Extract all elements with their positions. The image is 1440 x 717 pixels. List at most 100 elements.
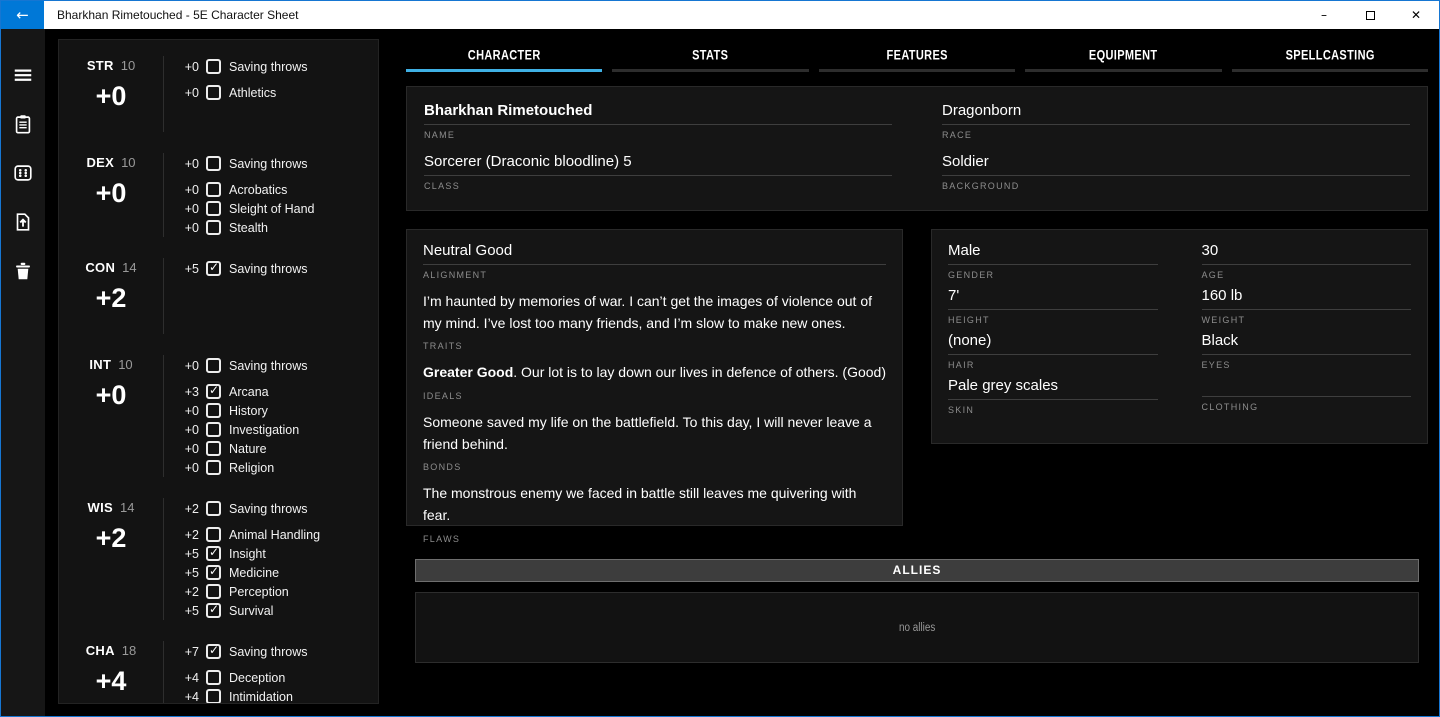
tab-spellcasting[interactable]: SPELLCASTING <box>1232 41 1428 72</box>
ability-skills-wis: +2Saving throws+2Animal Handling+5Insigh… <box>163 498 378 620</box>
skill-modifier: +5 <box>179 566 199 580</box>
field-clothing: CLOTHING <box>1202 377 1412 415</box>
field-value-background[interactable]: Soldier <box>942 153 1410 176</box>
skill-row-history: +0History <box>179 401 378 420</box>
field-label-traits: TRAITS <box>423 341 886 351</box>
ability-score-cha[interactable]: CHA18+4 <box>59 641 163 704</box>
skill-label: Investigation <box>229 423 299 437</box>
checkbox-medicine[interactable] <box>206 565 221 580</box>
checkbox-deception[interactable] <box>206 670 221 685</box>
ability-score-str[interactable]: STR10+0 <box>59 56 163 132</box>
checkbox-insight[interactable] <box>206 546 221 561</box>
checkbox-athletics[interactable] <box>206 85 221 100</box>
skill-row-deception: +4Deception <box>179 668 378 687</box>
skill-modifier: +4 <box>179 690 199 704</box>
checkbox-nature[interactable] <box>206 441 221 456</box>
ability-score-wis[interactable]: WIS14+2 <box>59 498 163 620</box>
ability-score-dex[interactable]: DEX10+0 <box>59 153 163 237</box>
checkbox-investigation[interactable] <box>206 422 221 437</box>
skill-row-athletics: +0Athletics <box>179 83 378 102</box>
checkbox-stealth[interactable] <box>206 220 221 235</box>
field-height: 7'HEIGHT <box>948 287 1158 325</box>
tab-stats[interactable]: STATS <box>612 41 808 72</box>
back-button[interactable]: ← <box>1 1 44 29</box>
checkbox-int-saving-throws[interactable] <box>206 358 221 373</box>
field-value-age[interactable]: 30 <box>1202 242 1412 265</box>
field-value-weight[interactable]: 160 lb <box>1202 287 1412 310</box>
skill-row-stealth: +0Stealth <box>179 218 378 237</box>
field-value-name[interactable]: Bharkhan Rimetouched <box>424 102 892 125</box>
field-value-height[interactable]: 7' <box>948 287 1158 310</box>
checkbox-history[interactable] <box>206 403 221 418</box>
field-label-clothing: CLOTHING <box>1202 402 1412 412</box>
checkbox-intimidation[interactable] <box>206 689 221 704</box>
ability-score-value: 10 <box>118 357 132 372</box>
skill-modifier: +5 <box>179 547 199 561</box>
skill-modifier: +5 <box>179 262 199 276</box>
field-value-class[interactable]: Sorcerer (Draconic bloodline) 5 <box>424 153 892 176</box>
field-value-clothing[interactable] <box>1202 377 1412 397</box>
checkbox-acrobatics[interactable] <box>206 182 221 197</box>
field-class: Sorcerer (Draconic bloodline) 5CLASS <box>424 153 892 195</box>
checkbox-cha-saving-throws[interactable] <box>206 644 221 659</box>
skill-row-medicine: +5Medicine <box>179 563 378 582</box>
checkbox-perception[interactable] <box>206 584 221 599</box>
field-value-eyes[interactable]: Black <box>1202 332 1412 355</box>
skill-modifier: +0 <box>179 461 199 475</box>
saving-throw-row-dex: +0Saving throws <box>179 154 378 173</box>
trash-button[interactable] <box>1 258 45 284</box>
ability-abbr: STR <box>87 58 114 73</box>
checkbox-sleight-of-hand[interactable] <box>206 201 221 216</box>
checkbox-survival[interactable] <box>206 603 221 618</box>
skill-label: Acrobatics <box>229 183 287 197</box>
tab-equipment[interactable]: EQUIPMENT <box>1025 41 1221 72</box>
checkbox-animal-handling[interactable] <box>206 527 221 542</box>
checkbox-dex-saving-throws[interactable] <box>206 156 221 171</box>
skill-row-perception: +2Perception <box>179 582 378 601</box>
ability-abbr: WIS <box>88 500 113 515</box>
field-value-bonds[interactable]: Someone saved my life on the battlefield… <box>423 412 886 457</box>
skill-label: Athletics <box>229 86 276 100</box>
checkbox-str-saving-throws[interactable] <box>206 59 221 74</box>
field-value-traits[interactable]: I’m haunted by memories of war. I can’t … <box>423 291 886 336</box>
window-title: Bharkhan Rimetouched - 5E Character Shee… <box>57 1 298 29</box>
checkbox-arcana[interactable] <box>206 384 221 399</box>
export-button[interactable] <box>1 209 45 235</box>
skill-label: Religion <box>229 461 274 475</box>
skill-row-insight: +5Insight <box>179 544 378 563</box>
ability-group-int: INT10+0+0Saving throws+3Arcana+0History+… <box>59 355 378 477</box>
field-flaws: The monstrous enemy we faced in battle s… <box>423 483 886 543</box>
ability-score-value: 14 <box>120 500 134 515</box>
ability-score-value: 10 <box>121 58 135 73</box>
field-value-alignment[interactable]: Neutral Good <box>423 242 886 265</box>
minimize-button[interactable]: – <box>1301 1 1347 29</box>
ability-score-value: 14 <box>122 260 136 275</box>
field-traits: I’m haunted by memories of war. I can’t … <box>423 291 886 351</box>
tab-underline <box>819 69 1015 72</box>
tab-underline <box>1232 69 1428 72</box>
tab-features[interactable]: FEATURES <box>819 41 1015 72</box>
character-sheet-button[interactable] <box>1 111 45 137</box>
ability-score-con[interactable]: CON14+2 <box>59 258 163 334</box>
ability-score-int[interactable]: INT10+0 <box>59 355 163 477</box>
ability-name-and-score: CON14 <box>59 260 163 275</box>
field-alignment: Neutral GoodALIGNMENT <box>423 242 886 280</box>
skill-label: Animal Handling <box>229 528 320 542</box>
field-gender: MaleGENDER <box>948 242 1158 280</box>
close-button[interactable]: ✕ <box>1393 1 1439 29</box>
maximize-button[interactable] <box>1347 1 1393 29</box>
field-value-ideals[interactable]: Greater Good. Our lot is to lay down our… <box>423 362 886 386</box>
identity-panel: Bharkhan RimetouchedNAMEDragonbornRACESo… <box>406 86 1428 211</box>
field-value-race[interactable]: Dragonborn <box>942 102 1410 125</box>
field-value-flaws[interactable]: The monstrous enemy we faced in battle s… <box>423 483 886 528</box>
field-bold-lead: Greater Good <box>423 364 513 380</box>
checkbox-religion[interactable] <box>206 460 221 475</box>
field-value-skin[interactable]: Pale grey scales <box>948 377 1158 400</box>
field-value-hair[interactable]: (none) <box>948 332 1158 355</box>
field-value-gender[interactable]: Male <box>948 242 1158 265</box>
checkbox-wis-saving-throws[interactable] <box>206 501 221 516</box>
checkbox-con-saving-throws[interactable] <box>206 261 221 276</box>
dice-button[interactable] <box>1 160 45 186</box>
tab-character[interactable]: CHARACTER <box>406 41 602 72</box>
menu-button[interactable] <box>1 62 45 88</box>
